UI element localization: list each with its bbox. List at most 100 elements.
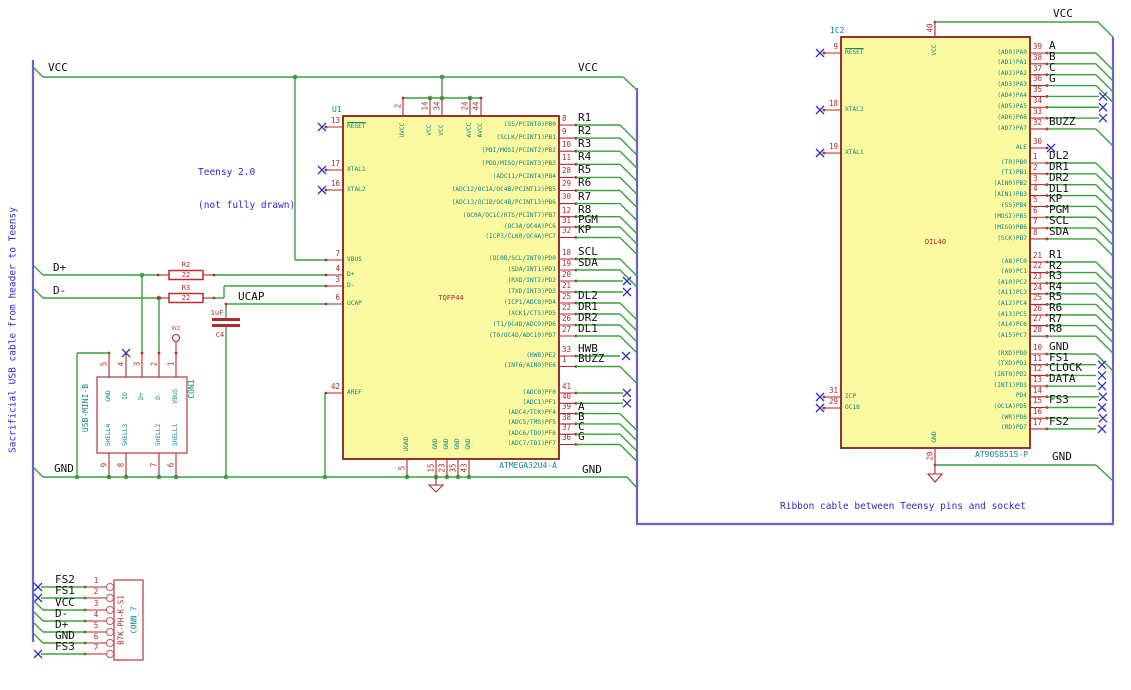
gnd-entry[interactable] xyxy=(32,466,44,478)
bus-entry[interactable] xyxy=(619,163,638,182)
wire[interactable] xyxy=(32,264,44,276)
con1-value[interactable]: USB-MINI-B xyxy=(81,384,90,432)
pin-circle[interactable] xyxy=(105,582,115,592)
pin-circle[interactable] xyxy=(105,616,115,626)
net-label-buzz[interactable]: BUZZ xyxy=(578,353,605,364)
bus-entry[interactable] xyxy=(1095,173,1114,192)
net-label-r1[interactable]: R1 xyxy=(578,112,591,123)
bus-entry[interactable] xyxy=(1095,335,1114,354)
bus-entry[interactable] xyxy=(1095,74,1114,93)
bus-entry[interactable] xyxy=(619,433,638,452)
bus-entry[interactable] xyxy=(1095,162,1114,181)
net-label-dr2[interactable]: DR2 xyxy=(1049,172,1069,183)
u1-value[interactable]: ATMEGA32U4-A xyxy=(499,461,557,470)
bus-entry[interactable] xyxy=(619,423,638,442)
net-label-g[interactable]: G xyxy=(1049,73,1056,84)
net-label-fs3[interactable]: FS3 xyxy=(1049,394,1069,405)
bus-entry[interactable] xyxy=(619,444,638,462)
net-label-gnd-left[interactable]: GND xyxy=(54,463,74,474)
bus-entry[interactable] xyxy=(1095,282,1114,301)
net-label-sda[interactable]: SDA xyxy=(578,257,598,268)
ic2-ref[interactable]: IC2 xyxy=(830,26,844,35)
note-sacrificial-usb[interactable]: Sacrificial USB cable from header to Tee… xyxy=(8,207,20,453)
net-label-kp[interactable]: KP xyxy=(578,224,591,235)
net-label-fs1[interactable]: FS1 xyxy=(55,585,75,596)
pin-circle[interactable] xyxy=(105,627,115,637)
conn7-ref[interactable]: CONN_7 xyxy=(129,606,138,633)
pin-circle[interactable] xyxy=(105,605,115,615)
pin-circle[interactable] xyxy=(105,638,115,648)
vcc-power-symbol[interactable] xyxy=(171,333,181,343)
net-label-vcc-left[interactable]: VCC xyxy=(48,62,68,73)
cable-entry[interactable] xyxy=(32,632,44,644)
bus-entry[interactable] xyxy=(1095,261,1114,280)
net-label-dl1[interactable]: DL1 xyxy=(578,323,598,334)
bus-entry[interactable] xyxy=(619,190,638,208)
bus-entry[interactable] xyxy=(619,366,638,384)
bus-entry[interactable] xyxy=(619,203,638,222)
bus-entry[interactable] xyxy=(1095,63,1114,82)
bus-entry[interactable] xyxy=(619,137,638,156)
net-label-fs3[interactable]: FS3 xyxy=(55,641,75,652)
net-label-g[interactable]: G xyxy=(578,431,585,442)
net-label-d-plus[interactable]: D+ xyxy=(53,262,66,273)
net-label-sda[interactable]: SDA xyxy=(1049,226,1069,237)
bus-entry[interactable] xyxy=(1095,314,1114,333)
ic2-value[interactable]: AT90S8515-P xyxy=(975,450,1028,459)
net-label-r2[interactable]: R2 xyxy=(578,125,591,136)
bus-entry[interactable] xyxy=(1095,325,1114,344)
vcc-bus-entry[interactable] xyxy=(622,76,638,91)
cable-entry[interactable] xyxy=(32,621,44,633)
net-label-r6[interactable]: R6 xyxy=(578,177,591,188)
net-label-d-minus[interactable]: D- xyxy=(53,285,66,296)
wire[interactable] xyxy=(32,287,44,299)
net-label-vcc-ic2[interactable]: VCC xyxy=(1053,8,1073,19)
bus-entry[interactable] xyxy=(1095,195,1114,214)
bus-entry[interactable] xyxy=(1095,464,1114,482)
bus-entry[interactable] xyxy=(619,150,638,169)
pin-circle[interactable] xyxy=(105,593,115,603)
bus-entry[interactable] xyxy=(619,176,638,195)
bus-entry[interactable] xyxy=(619,226,638,245)
bus-entry[interactable] xyxy=(1095,216,1114,235)
bus-entry[interactable] xyxy=(1095,293,1114,312)
conn7-value[interactable]: B7K-PH-K-S1 xyxy=(116,595,125,645)
bus-entry[interactable] xyxy=(1097,21,1114,38)
bus-entry[interactable] xyxy=(619,237,638,255)
note-teensy[interactable]: Teensy 2.0 (not fully drawn) xyxy=(198,146,295,233)
net-label-r8[interactable]: R8 xyxy=(1049,323,1062,334)
capacitor-plate[interactable] xyxy=(212,324,240,327)
bus-entry[interactable] xyxy=(1095,184,1114,203)
net-label-r4[interactable]: R4 xyxy=(578,151,591,162)
bus-entry[interactable] xyxy=(619,216,638,235)
bus-entry[interactable] xyxy=(1095,227,1114,246)
con1-ref[interactable]: CON1 xyxy=(187,379,196,398)
pin-circle[interactable] xyxy=(105,649,115,659)
net-label-r5[interactable]: R5 xyxy=(578,164,591,175)
note-ribbon-cable[interactable]: Ribbon cable between Teensy pins and soc… xyxy=(780,501,1026,513)
capacitor-plate[interactable] xyxy=(212,318,240,321)
bus-entry[interactable] xyxy=(619,413,638,432)
bus-entry[interactable] xyxy=(1095,128,1114,147)
u1-ref[interactable]: U1 xyxy=(332,105,342,114)
bus-entry[interactable] xyxy=(1095,272,1114,291)
pin-number: 12 xyxy=(562,205,572,215)
vcc-entry[interactable] xyxy=(32,66,44,78)
gnd-bus-entry[interactable] xyxy=(626,476,638,489)
bus-entry[interactable] xyxy=(1095,52,1114,71)
net-label-data[interactable]: DATA xyxy=(1049,373,1076,384)
net-label-gnd-ic2[interactable]: GND xyxy=(1052,451,1072,462)
net-label-fs2[interactable]: FS2 xyxy=(1049,416,1069,427)
net-label-gnd-mid[interactable]: GND xyxy=(582,464,602,475)
bus-entry[interactable] xyxy=(619,124,638,143)
bus-entry[interactable] xyxy=(1095,205,1114,224)
net-label-r7[interactable]: R7 xyxy=(578,191,591,202)
net-label-buzz[interactable]: BUZZ xyxy=(1049,116,1076,127)
bus-entry[interactable] xyxy=(1095,303,1114,322)
net-label-c[interactable]: C xyxy=(1049,62,1056,73)
cable-entry[interactable] xyxy=(32,610,44,622)
net-label-vcc-mid[interactable]: VCC xyxy=(578,62,598,73)
net-label-ucap[interactable]: UCAP xyxy=(238,291,265,302)
bus-entry[interactable] xyxy=(1095,238,1114,257)
net-label-r3[interactable]: R3 xyxy=(578,138,591,149)
